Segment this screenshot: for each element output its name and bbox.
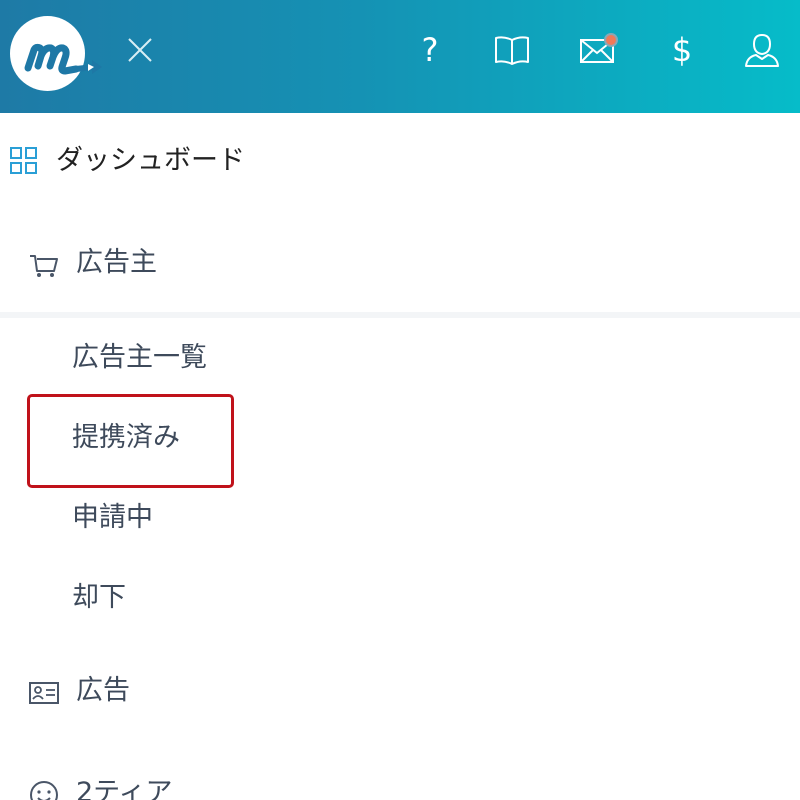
submenu-item-label: 申請中	[72, 502, 153, 533]
submenu-item-approved[interactable]: 提携済み	[0, 408, 800, 468]
grid-icon	[8, 145, 40, 177]
menu-item-label: 2ティア	[76, 777, 173, 800]
menu-item-dashboard[interactable]: ダッシュボード	[0, 131, 800, 191]
menu-item-tier[interactable]: 2ティア	[0, 763, 800, 800]
top-header: ? $	[0, 0, 800, 113]
menu-item-ads[interactable]: 広告	[0, 661, 800, 721]
menu-item-label: 広告	[76, 675, 130, 706]
submenu-item-label: 提携済み	[72, 422, 180, 453]
smiley-icon	[28, 779, 60, 800]
dollar-glyph: $	[671, 31, 693, 69]
submenu-item-advertiser-list[interactable]: 広告主一覧	[0, 328, 800, 388]
menu-item-label: ダッシュボード	[56, 145, 245, 176]
sidebar-menu: ダッシュボード 広告主 広告主一覧 提携済み 申請中 却下 広告 2ティア	[0, 113, 800, 800]
logo-icon[interactable]	[10, 16, 102, 91]
close-icon[interactable]	[126, 36, 154, 64]
book-icon[interactable]	[492, 30, 532, 70]
submenu-item-pending[interactable]: 申請中	[0, 488, 800, 548]
notification-dot	[604, 33, 618, 47]
divider	[0, 312, 800, 318]
menu-item-advertiser[interactable]: 広告主	[0, 233, 800, 293]
id-card-icon	[28, 677, 60, 709]
submenu-item-label: 却下	[72, 582, 126, 613]
submenu-item-label: 広告主一覧	[72, 342, 207, 373]
submenu-item-rejected[interactable]: 却下	[0, 568, 800, 628]
help-icon[interactable]: ?	[410, 30, 450, 70]
menu-item-label: 広告主	[76, 247, 157, 278]
cart-icon	[28, 249, 60, 281]
dollar-icon[interactable]: $	[662, 30, 702, 70]
user-icon[interactable]	[742, 30, 782, 70]
help-glyph: ?	[421, 31, 439, 69]
mail-icon[interactable]	[578, 30, 618, 70]
